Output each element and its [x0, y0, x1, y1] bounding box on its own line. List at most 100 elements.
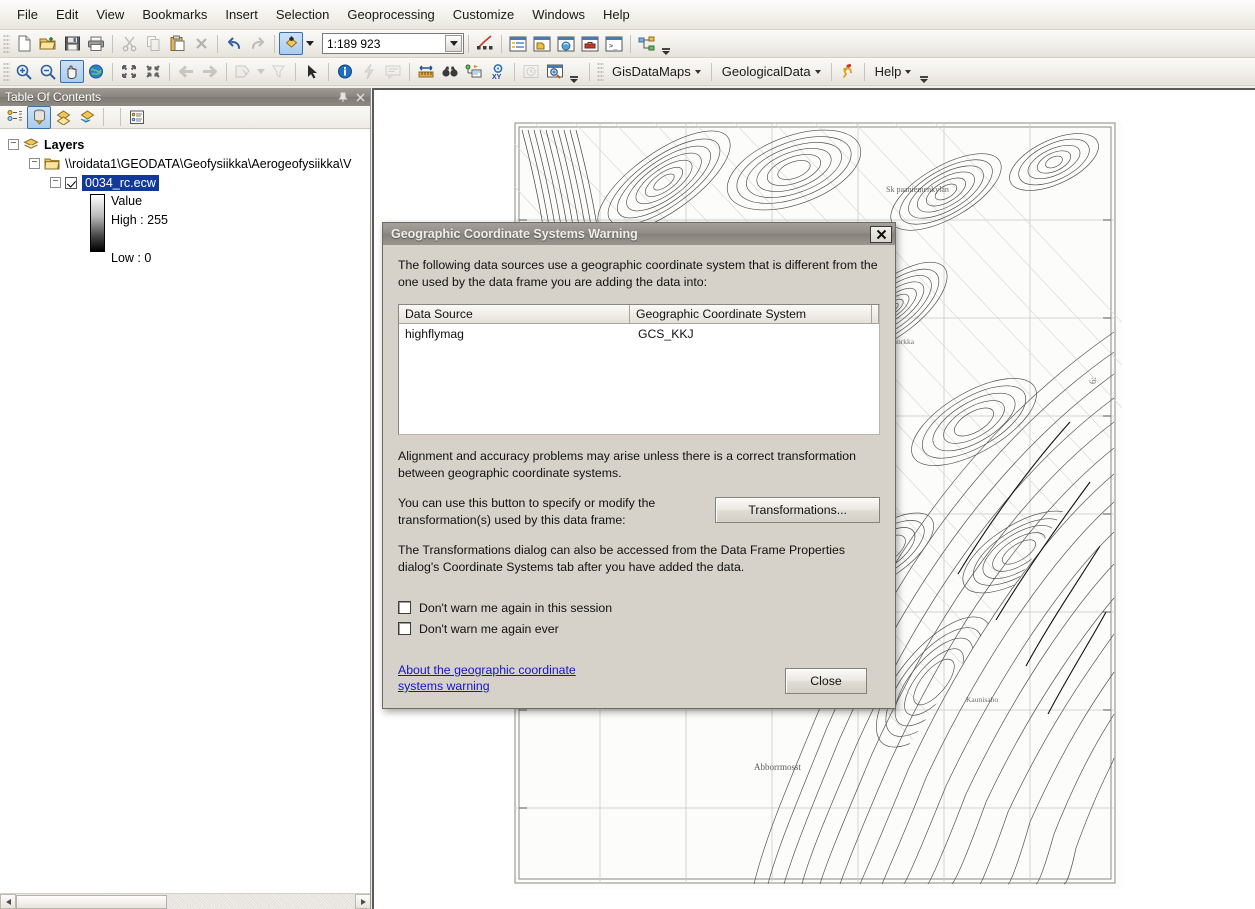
table-row[interactable]: highflymag GCS_KKJ	[399, 324, 879, 343]
column-header-geographic-coordinate-system[interactable]: Geographic Coordinate System	[630, 305, 872, 324]
go-to-xy-icon[interactable]: XY	[486, 60, 510, 83]
scroll-left-arrow-icon[interactable]	[0, 894, 16, 909]
identify-info-icon[interactable]	[333, 60, 357, 83]
fixed-zoom-out-icon[interactable]	[141, 60, 165, 83]
forward-extent-icon[interactable]	[198, 60, 222, 83]
toc-tree-area[interactable]: − Layers − \\roidata1\GEODATA\Geofysiikk…	[0, 129, 370, 909]
menu-geoprocessing[interactable]: Geoprocessing	[338, 4, 443, 25]
dont-warn-ever-row[interactable]: Don't warn me again ever	[398, 618, 880, 639]
gisdatamaps-menu[interactable]: GisDataMaps	[606, 62, 707, 81]
geologicaldata-menu[interactable]: GeologicalData	[716, 62, 827, 81]
model-builder-icon[interactable]	[635, 32, 659, 55]
help-menu-toolbar[interactable]: Help	[869, 62, 918, 81]
column-header-data-source[interactable]: Data Source	[399, 305, 631, 324]
menu-selection[interactable]: Selection	[267, 4, 338, 25]
dialog-close-icon[interactable]	[870, 225, 892, 243]
save-icon[interactable]	[60, 32, 84, 55]
toolbar-overflow-button[interactable]	[568, 61, 579, 83]
expander-layers[interactable]: −	[8, 139, 19, 150]
menu-customize[interactable]: Customize	[444, 4, 523, 25]
toolbar-overflow-button[interactable]	[660, 33, 671, 55]
list-by-visibility-icon[interactable]	[51, 106, 75, 129]
full-extent-globe-icon[interactable]	[84, 60, 108, 83]
toolbar-grip[interactable]	[3, 33, 10, 54]
menu-windows[interactable]: Windows	[523, 4, 594, 25]
add-data-dropdown[interactable]	[303, 32, 317, 55]
menu-view[interactable]: View	[87, 4, 133, 25]
dont-warn-ever-checkbox[interactable]	[398, 622, 411, 635]
catalog-window-icon[interactable]	[530, 32, 554, 55]
pin-icon[interactable]	[336, 90, 350, 104]
undo-arrow-icon[interactable]	[222, 32, 246, 55]
about-warning-link-line1[interactable]: About the geographic coordinate	[398, 662, 576, 678]
search-window-icon[interactable]	[554, 32, 578, 55]
column-header-spacer[interactable]	[872, 305, 879, 324]
back-extent-icon[interactable]	[174, 60, 198, 83]
find-route-icon[interactable]	[462, 60, 486, 83]
dont-warn-session-checkbox[interactable]	[398, 601, 411, 614]
find-binoculars-icon[interactable]	[438, 60, 462, 83]
clear-selection-icon[interactable]	[267, 60, 291, 83]
hyperlink-lightning-icon[interactable]	[357, 60, 381, 83]
pan-hand-icon[interactable]	[60, 60, 84, 83]
open-folder-icon[interactable]	[36, 32, 60, 55]
about-warning-link-line2[interactable]: systems warning	[398, 678, 490, 694]
zoom-out-icon[interactable]	[36, 60, 60, 83]
list-by-drawing-order-icon[interactable]	[3, 106, 27, 129]
measure-ruler-icon[interactable]	[414, 60, 438, 83]
transformations-button[interactable]: Transformations...	[715, 497, 880, 523]
select-elements-arrow-icon[interactable]	[300, 60, 324, 83]
dont-warn-session-row[interactable]: Don't warn me again in this session	[398, 597, 880, 618]
scroll-right-arrow-icon[interactable]	[355, 894, 370, 909]
tree-node-layers[interactable]: − Layers	[8, 135, 370, 154]
close-button[interactable]: Close	[785, 668, 867, 694]
svg-text:Kaunisaho: Kaunisaho	[966, 695, 998, 704]
python-window-icon[interactable]: >_	[602, 32, 626, 55]
select-features-dropdown[interactable]	[255, 60, 267, 83]
add-data-icon[interactable]	[279, 32, 303, 55]
toc-toolbar	[0, 105, 370, 129]
menu-file[interactable]: File	[8, 4, 47, 25]
cell-coordinate-system: GCS_KKJ	[638, 326, 694, 341]
editor-toolbar-icon[interactable]	[473, 32, 497, 55]
expander-folder[interactable]: −	[29, 158, 40, 169]
menu-insert[interactable]: Insert	[216, 4, 267, 25]
list-by-source-icon[interactable]	[27, 105, 51, 129]
table-of-contents-icon[interactable]	[506, 32, 530, 55]
geographic-coordinate-systems-warning-dialog[interactable]: Geographic Coordinate Systems Warning Th…	[382, 222, 896, 709]
menu-help[interactable]: Help	[594, 4, 639, 25]
list-by-selection-icon[interactable]	[75, 106, 99, 129]
map-scale-combo[interactable]: 1:189 923	[322, 33, 464, 54]
print-icon[interactable]	[84, 32, 108, 55]
toc-horizontal-scrollbar[interactable]	[0, 893, 370, 909]
tree-node-layer[interactable]: − 0034_rc.ecw	[50, 173, 370, 192]
toolbar-grip[interactable]	[3, 61, 10, 82]
scroll-thumb[interactable]	[16, 894, 167, 909]
delete-x-icon[interactable]	[189, 32, 213, 55]
run-macro-icon[interactable]	[836, 60, 860, 83]
arctoolbox-icon[interactable]	[578, 32, 602, 55]
tree-node-folder[interactable]: − \\roidata1\GEODATA\Geofysiikka\Aerogeo…	[29, 154, 370, 173]
copy-icon[interactable]	[141, 32, 165, 55]
html-popup-icon[interactable]	[381, 60, 405, 83]
toolbar-overflow-button[interactable]	[918, 61, 929, 83]
zoom-in-icon[interactable]	[12, 60, 36, 83]
toolbar-grip[interactable]	[597, 61, 604, 82]
menu-edit[interactable]: Edit	[47, 4, 87, 25]
redo-arrow-icon[interactable]	[246, 32, 270, 55]
create-viewer-window-icon[interactable]	[543, 60, 567, 83]
time-slider-icon[interactable]	[519, 60, 543, 83]
paste-icon[interactable]	[165, 32, 189, 55]
data-source-table[interactable]: Data Source Geographic Coordinate System…	[398, 304, 880, 435]
cut-scissors-icon[interactable]	[117, 32, 141, 55]
close-icon[interactable]	[353, 90, 367, 104]
menu-bookmarks[interactable]: Bookmarks	[133, 4, 216, 25]
select-features-icon[interactable]	[231, 60, 255, 83]
new-document-icon[interactable]	[12, 32, 36, 55]
fixed-zoom-in-icon[interactable]	[117, 60, 141, 83]
map-scale-dropdown-arrow[interactable]	[445, 35, 462, 52]
expander-layer[interactable]: −	[50, 177, 61, 188]
layer-visibility-checkbox[interactable]	[65, 176, 77, 189]
options-icon[interactable]	[125, 106, 149, 129]
dialog-title-bar[interactable]: Geographic Coordinate Systems Warning	[383, 223, 895, 245]
